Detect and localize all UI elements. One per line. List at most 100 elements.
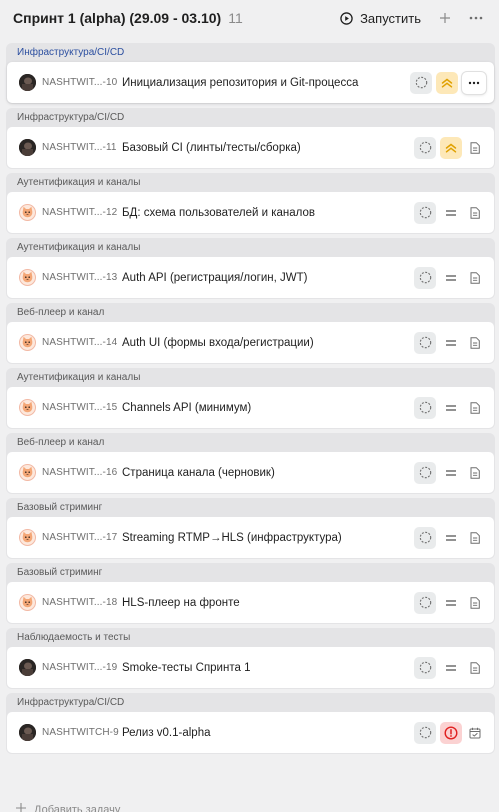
task-card[interactable]: NASHTWIT...-18 HLS-плеер на фронте — [7, 582, 494, 623]
assignee-avatar[interactable] — [19, 464, 36, 481]
status-button[interactable] — [414, 721, 436, 744]
status-button[interactable] — [414, 461, 436, 484]
task-type-button[interactable] — [464, 527, 486, 549]
priority-button[interactable] — [440, 527, 462, 549]
status-button[interactable] — [414, 396, 436, 419]
task-key[interactable]: NASHTWIT...-14 — [42, 337, 122, 348]
task-count: 11 — [228, 10, 243, 26]
task-title[interactable]: Channels API (минимум) — [122, 402, 410, 414]
task-title[interactable]: Страница канала (черновик) — [122, 467, 410, 479]
play-circle-icon — [340, 11, 353, 25]
task-key[interactable]: NASHTWIT...-17 — [42, 532, 122, 543]
priority-button[interactable] — [440, 136, 462, 159]
status-button[interactable] — [414, 201, 436, 224]
task-type-button[interactable] — [464, 722, 486, 744]
more-horizontal-icon[interactable] — [465, 7, 487, 29]
group-label: Инфраструктура/CI/CD — [17, 112, 125, 123]
task-title[interactable]: Smoke-тесты Спринта 1 — [122, 662, 410, 674]
task-more-button[interactable] — [462, 71, 486, 94]
status-button[interactable] — [414, 136, 436, 159]
assignee-avatar[interactable] — [19, 139, 36, 156]
task-key[interactable]: NASHTWIT...-18 — [42, 597, 122, 608]
task-type-button[interactable] — [464, 202, 486, 224]
priority-button[interactable] — [436, 71, 458, 94]
task-key[interactable]: NASHTWIT...-15 — [42, 402, 122, 413]
group-label: Аутентификация и каналы — [17, 242, 141, 253]
priority-button[interactable] — [440, 462, 462, 484]
assignee-avatar[interactable] — [19, 659, 36, 676]
task-group: Аутентификация и каналы NASHTWIT...-13 Aut… — [6, 238, 495, 299]
status-button[interactable] — [414, 656, 436, 679]
task-group: Инфраструктура/CI/CD NASHTWIT...-10 Инициа… — [6, 43, 495, 104]
assignee-avatar[interactable] — [19, 204, 36, 221]
task-key[interactable]: NASHTWIT...-11 — [42, 142, 122, 153]
document-icon — [470, 466, 480, 479]
priority-button[interactable] — [440, 332, 462, 354]
priority-button[interactable] — [440, 267, 462, 289]
document-icon — [470, 401, 480, 414]
task-card[interactable]: NASHTWIT...-19 Smoke-тесты Спринта 1 — [7, 647, 494, 688]
add-task-button[interactable]: Добавить задачу — [16, 803, 120, 812]
task-type-button[interactable] — [464, 332, 486, 354]
task-type-button[interactable] — [464, 397, 486, 419]
equals-icon — [445, 339, 457, 347]
assignee-avatar[interactable] — [19, 334, 36, 351]
task-card[interactable]: NASHTWIT...-14 Auth UI (формы входа/регис… — [7, 322, 494, 363]
priority-button[interactable] — [440, 721, 462, 744]
assignee-avatar[interactable] — [19, 269, 36, 286]
priority-button[interactable] — [440, 202, 462, 224]
status-button[interactable] — [414, 266, 436, 289]
group-label: Аутентификация и каналы — [17, 372, 141, 383]
status-button[interactable] — [414, 591, 436, 614]
task-type-button[interactable] — [464, 657, 486, 679]
task-title[interactable]: Auth API (регистрация/логин, JWT) — [122, 272, 410, 284]
task-card[interactable]: NASHTWIT...-15 Channels API (минимум) — [7, 387, 494, 428]
task-key[interactable]: NASHTWIT...-19 — [42, 662, 122, 673]
task-key[interactable]: NASHTWIT...-16 — [42, 467, 122, 478]
assignee-avatar[interactable] — [19, 74, 36, 91]
task-key[interactable]: NASHTWITCH-9 — [42, 727, 122, 738]
task-key[interactable]: NASHTWIT...-12 — [42, 207, 122, 218]
task-title[interactable]: Базовый CI (линты/тесты/сборка) — [122, 142, 410, 154]
equals-icon — [445, 534, 457, 542]
status-button[interactable] — [414, 331, 436, 354]
task-type-button[interactable] — [464, 462, 486, 484]
add-icon[interactable] — [434, 7, 456, 29]
document-icon — [470, 271, 480, 284]
task-card[interactable]: NASHTWIT...-11 Базовый CI (линты/тесты/сб… — [7, 127, 494, 168]
more-icon — [468, 81, 480, 85]
status-button[interactable] — [410, 71, 432, 94]
priority-button[interactable] — [440, 397, 462, 419]
equals-icon — [445, 664, 457, 672]
task-title[interactable]: Инициализация репозитория и Git-процесса — [122, 77, 406, 89]
status-button[interactable] — [414, 526, 436, 549]
priority-button[interactable] — [440, 592, 462, 614]
start-sprint-button[interactable]: Запустить — [336, 9, 425, 28]
priority-button[interactable] — [440, 657, 462, 679]
task-title[interactable]: HLS-плеер на фронте — [122, 597, 410, 609]
document-icon — [470, 531, 480, 544]
assignee-avatar[interactable] — [19, 529, 36, 546]
assignee-avatar[interactable] — [19, 594, 36, 611]
equals-icon — [445, 599, 457, 607]
task-type-button[interactable] — [464, 137, 486, 159]
task-card[interactable]: NASHTWIT...-16 Страница канала (черновик) — [7, 452, 494, 493]
task-type-button[interactable] — [464, 267, 486, 289]
assignee-avatar[interactable] — [19, 399, 36, 416]
task-card[interactable]: NASHTWIT...-10 Инициализация репозитория … — [7, 62, 494, 103]
group-label: Инфраструктура/CI/CD — [17, 47, 125, 58]
task-type-button[interactable] — [464, 592, 486, 614]
task-title[interactable]: БД: схема пользователей и каналов — [122, 207, 410, 219]
task-title[interactable]: Релиз v0.1-alpha — [122, 727, 410, 739]
task-card[interactable]: NASHTWIT...-17 Streaming RTMP→HLS (инфрас… — [7, 517, 494, 558]
task-key[interactable]: NASHTWIT...-10 — [42, 77, 122, 88]
dashed-circle-icon — [419, 726, 432, 739]
task-title[interactable]: Streaming RTMP→HLS (инфраструктура) — [122, 532, 410, 544]
task-key[interactable]: NASHTWIT...-13 — [42, 272, 122, 283]
task-card[interactable]: NASHTWITCH-9 Релиз v0.1-alpha — [7, 712, 494, 753]
assignee-avatar[interactable] — [19, 724, 36, 741]
task-card[interactable]: NASHTWIT...-13 Auth API (регистрация/логи… — [7, 257, 494, 298]
task-card[interactable]: NASHTWIT...-12 БД: схема пользователей и … — [7, 192, 494, 233]
group-label: Веб-плеер и канал — [17, 437, 105, 448]
task-title[interactable]: Auth UI (формы входа/регистрации) — [122, 337, 410, 349]
